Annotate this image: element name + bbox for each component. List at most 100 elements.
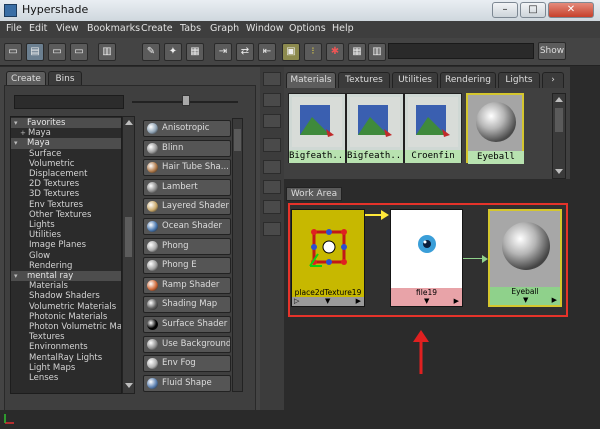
node-file[interactable]: file19 ▼ ▶: [390, 209, 463, 307]
tab-lights[interactable]: Lights: [498, 72, 540, 88]
material-swatch-selected[interactable]: Eyeball: [466, 93, 524, 164]
swatch-toggle-icon[interactable]: ▣: [282, 43, 300, 61]
clear-graph-icon[interactable]: ✦: [164, 43, 182, 61]
tree-item[interactable]: 2D Textures: [11, 179, 121, 189]
tree-item[interactable]: Glow: [11, 251, 121, 261]
tree-item[interactable]: Photonic Materials: [11, 312, 121, 322]
tree-item[interactable]: Displacement: [11, 169, 121, 179]
panel-icon-1[interactable]: [263, 72, 281, 86]
material-swatch[interactable]: Bigfeath...: [288, 93, 346, 163]
tab-more[interactable]: ›: [542, 72, 564, 88]
layout-bottom-icon[interactable]: ▭: [70, 43, 88, 61]
scroll-up-icon[interactable]: [555, 97, 563, 102]
tree-scrollbar[interactable]: [122, 116, 135, 394]
show-button[interactable]: Show: [538, 42, 566, 60]
shader-button[interactable]: Hair Tube Sha...: [143, 159, 231, 177]
tree-item[interactable]: Other Textures: [11, 210, 121, 220]
tree-item[interactable]: Volumetric: [11, 159, 121, 169]
node-ports[interactable]: ▼ ▶: [391, 297, 462, 306]
shader-button[interactable]: Surface Shader: [143, 316, 231, 333]
shader-button[interactable]: Anisotropic: [143, 120, 231, 137]
menu-options[interactable]: Options: [289, 23, 326, 34]
icon-size-slider-handle[interactable]: [182, 95, 190, 106]
expand-toggle-icon[interactable]: ▾: [14, 118, 18, 128]
panel-icon-7[interactable]: [263, 200, 281, 214]
io-connections-icon[interactable]: ⇄: [236, 43, 254, 61]
tab-work-area[interactable]: Work Area: [286, 187, 342, 201]
toolbar-search-field[interactable]: [388, 43, 534, 59]
shader-scroll-thumb[interactable]: [234, 129, 241, 151]
layout-top-icon[interactable]: ▭: [48, 43, 66, 61]
tree-item[interactable]: Textures: [11, 332, 121, 342]
tree-item[interactable]: Lights: [11, 220, 121, 230]
sort-icon[interactable]: ⁝: [304, 43, 322, 61]
scroll-down-icon[interactable]: [555, 169, 563, 174]
panel-icon-4[interactable]: [263, 138, 281, 152]
material-swatch[interactable]: Croenfin: [404, 93, 462, 163]
shader-button[interactable]: Ocean Shader: [143, 218, 231, 235]
output-connections-icon[interactable]: ⇤: [258, 43, 276, 61]
shader-graph-icon[interactable]: ✎: [142, 43, 160, 61]
menu-edit[interactable]: Edit: [29, 23, 47, 34]
menu-tabs[interactable]: Tabs: [180, 23, 201, 34]
menu-window[interactable]: Window: [246, 23, 283, 34]
tab-textures[interactable]: Textures: [338, 72, 390, 88]
panel-icon-2[interactable]: [263, 93, 281, 107]
menu-view[interactable]: View: [56, 23, 79, 34]
shader-button[interactable]: Fluid Shape: [143, 374, 231, 392]
panel-icon-8[interactable]: [263, 222, 281, 236]
tree-item[interactable]: Materials: [11, 281, 121, 291]
render-settings-icon[interactable]: ✱: [326, 43, 344, 61]
tree-item[interactable]: Env Textures: [11, 200, 121, 210]
columns-icon[interactable]: ▥: [368, 43, 386, 61]
node-eyeball[interactable]: Eyeball ▼ ▶: [488, 209, 562, 307]
panel-icon-5[interactable]: [263, 160, 281, 174]
shader-button[interactable]: Ramp Shader: [143, 276, 231, 294]
tab-materials[interactable]: Materials: [286, 72, 336, 88]
shader-button[interactable]: Phong: [143, 237, 231, 255]
shader-button[interactable]: Env Fog: [143, 355, 231, 373]
tree-item[interactable]: Volumetric Materials: [11, 302, 121, 312]
menu-file[interactable]: File: [6, 23, 22, 34]
tree-item[interactable]: MentalRay Lights: [11, 353, 121, 363]
menu-create[interactable]: Create: [141, 23, 173, 34]
scroll-up-icon[interactable]: [125, 120, 133, 125]
layout-columns-icon[interactable]: ▥: [98, 43, 116, 61]
close-window-button[interactable]: ✕: [548, 2, 594, 18]
menu-bookmarks[interactable]: Bookmarks: [87, 23, 140, 34]
layout-split-icon[interactable]: ▤: [26, 43, 44, 61]
tree-category-header[interactable]: ▾ Favorites: [11, 118, 121, 129]
tree-item[interactable]: Image Planes: [11, 240, 121, 250]
node-ports[interactable]: ▷ ▼ ▶: [292, 297, 364, 306]
tree-item[interactable]: Environments: [11, 342, 121, 352]
material-scrollbar[interactable]: [552, 93, 566, 179]
layout-grid-icon[interactable]: ▦: [348, 43, 366, 61]
shader-button[interactable]: Use Background: [143, 335, 231, 353]
grid-icon[interactable]: ▦: [186, 43, 204, 61]
shader-button[interactable]: Phong E: [143, 257, 231, 275]
scroll-down-icon[interactable]: [125, 383, 133, 388]
menu-graph[interactable]: Graph: [210, 23, 239, 34]
node-place2dtexture[interactable]: place2dTexture19 ▷ ▼ ▶: [291, 209, 365, 307]
material-scroll-thumb[interactable]: [555, 108, 563, 132]
shader-button[interactable]: Layered Shader: [143, 198, 231, 216]
shader-list-scrollbar[interactable]: [232, 118, 243, 392]
node-filter-field[interactable]: [14, 95, 124, 109]
tree-category-header[interactable]: ▾ Maya: [11, 138, 121, 149]
tab-rendering[interactable]: Rendering: [440, 72, 496, 88]
minimize-button[interactable]: –: [492, 2, 518, 18]
expand-toggle-icon[interactable]: ▾: [14, 138, 18, 148]
tab-utilities[interactable]: Utilities: [392, 72, 438, 88]
expand-toggle-icon[interactable]: +: [20, 128, 26, 138]
tree-item[interactable]: 3D Textures: [11, 189, 121, 199]
tree-item[interactable]: Shadow Shaders: [11, 291, 121, 301]
shader-button[interactable]: Shading Map: [143, 296, 231, 314]
tree-item[interactable]: Utilities: [11, 230, 121, 240]
shader-button[interactable]: Lambert: [143, 178, 231, 196]
tree-item[interactable]: Rendering: [11, 261, 121, 271]
tree-item[interactable]: Light Maps: [11, 363, 121, 373]
tree-item[interactable]: Photon Volumetric Ma...: [11, 322, 121, 332]
expand-toggle-icon[interactable]: ▾: [14, 271, 18, 281]
node-ports[interactable]: ▼ ▶: [490, 296, 560, 305]
tree-scroll-thumb[interactable]: [125, 217, 132, 257]
